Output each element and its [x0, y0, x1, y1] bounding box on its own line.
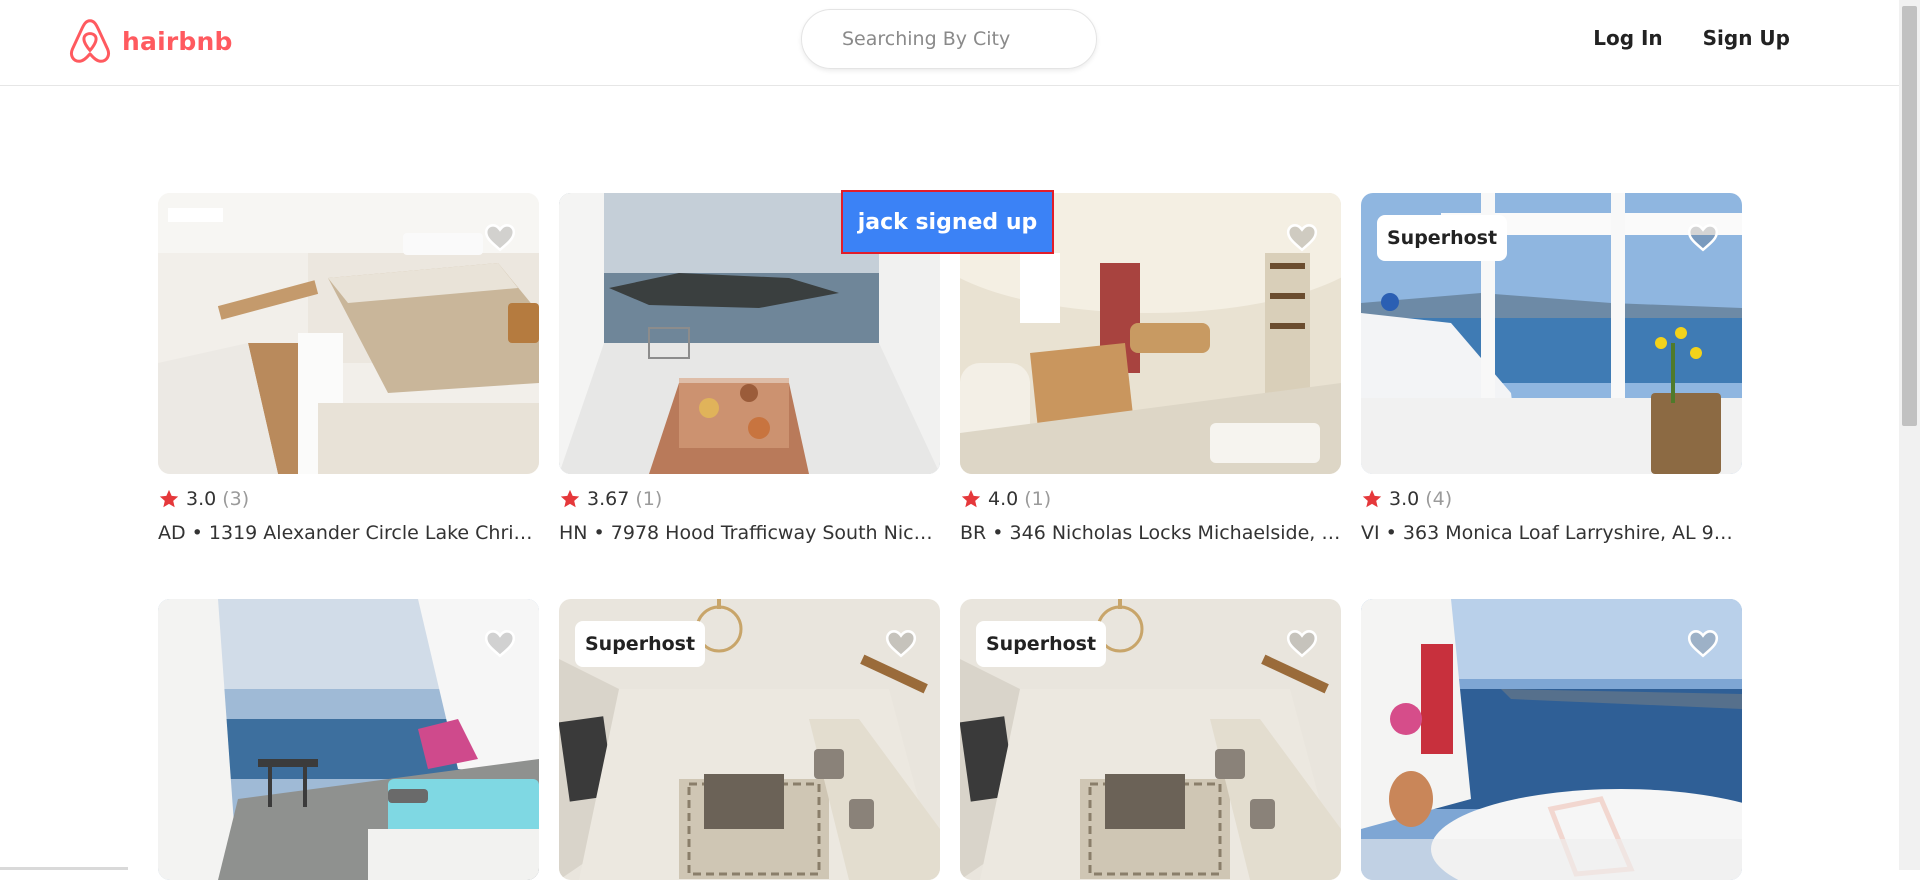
listing-image — [1361, 599, 1742, 880]
scrollbar-thumb[interactable] — [1902, 6, 1917, 426]
rating-value: 3.67 — [587, 488, 630, 510]
favorite-heart-icon[interactable] — [483, 221, 517, 253]
listing-photo[interactable]: Superhost — [1361, 193, 1742, 474]
superhost-badge: Superhost — [976, 621, 1107, 667]
vertical-scrollbar[interactable] — [1899, 0, 1920, 870]
review-count: (1) — [635, 488, 663, 510]
city-search[interactable] — [801, 9, 1097, 69]
star-icon — [159, 489, 179, 508]
rating-row: 3.0 (3) — [158, 488, 539, 510]
superhost-badge: Superhost — [1377, 215, 1508, 261]
favorite-heart-icon[interactable] — [1686, 627, 1720, 659]
star-icon — [961, 489, 981, 508]
star-icon — [560, 489, 580, 508]
login-link[interactable]: Log In — [1593, 26, 1662, 50]
listing-photo[interactable]: Superhost — [559, 599, 940, 880]
listing-image — [158, 193, 539, 474]
review-count: (3) — [222, 488, 250, 510]
favorite-heart-icon[interactable] — [483, 627, 517, 659]
listing-card[interactable]: 3.0 (3) AD • 1319 Alexander Circle Lake … — [158, 193, 539, 544]
top-header: hairbnb Log In Sign Up — [0, 0, 1899, 86]
signup-toast: jack signed up — [841, 190, 1054, 254]
listing-card[interactable]: Superhost — [960, 599, 1341, 880]
listing-card[interactable] — [1361, 599, 1742, 880]
brand-logo[interactable]: hairbnb — [68, 18, 233, 64]
brand-name: hairbnb — [122, 26, 233, 56]
listing-card[interactable]: Superhost — [559, 599, 940, 880]
favorite-heart-icon[interactable] — [1285, 627, 1319, 659]
auth-nav: Log In Sign Up — [1593, 26, 1790, 50]
star-icon — [1362, 489, 1382, 508]
rating-row: 4.0 (1) — [960, 488, 1341, 510]
listing-photo[interactable] — [158, 193, 539, 474]
superhost-badge: Superhost — [575, 621, 706, 667]
listing-card[interactable]: Superhost 3.0 (4) VI • 363 Monica Loaf L… — [1361, 193, 1742, 544]
listing-photo[interactable] — [158, 599, 539, 880]
listing-address[interactable]: BR • 346 Nicholas Locks Michaelside, WI … — [960, 522, 1341, 544]
signup-link[interactable]: Sign Up — [1703, 26, 1790, 50]
rating-value: 3.0 — [186, 488, 217, 510]
listing-image — [158, 599, 539, 880]
airbnb-belo-icon — [69, 19, 111, 63]
rating-row: 3.67 (1) — [559, 488, 940, 510]
review-count: (4) — [1425, 488, 1453, 510]
rating-value: 3.0 — [1389, 488, 1420, 510]
favorite-heart-icon[interactable] — [1285, 221, 1319, 253]
listing-card[interactable] — [158, 599, 539, 880]
favorite-heart-icon[interactable] — [1686, 221, 1720, 253]
favorite-heart-icon[interactable] — [884, 627, 918, 659]
review-count: (1) — [1024, 488, 1052, 510]
listing-address[interactable]: VI • 363 Monica Loaf Larryshire, AL 9739… — [1361, 522, 1742, 544]
rating-row: 3.0 (4) — [1361, 488, 1742, 510]
listing-address[interactable]: HN • 7978 Hood Trafficway South Nicholas… — [559, 522, 940, 544]
listing-photo[interactable]: Superhost — [960, 599, 1341, 880]
listing-address[interactable]: AD • 1319 Alexander Circle Lake Christin… — [158, 522, 539, 544]
search-input[interactable] — [802, 27, 1096, 51]
rating-value: 4.0 — [988, 488, 1019, 510]
listing-photo[interactable] — [1361, 599, 1742, 880]
